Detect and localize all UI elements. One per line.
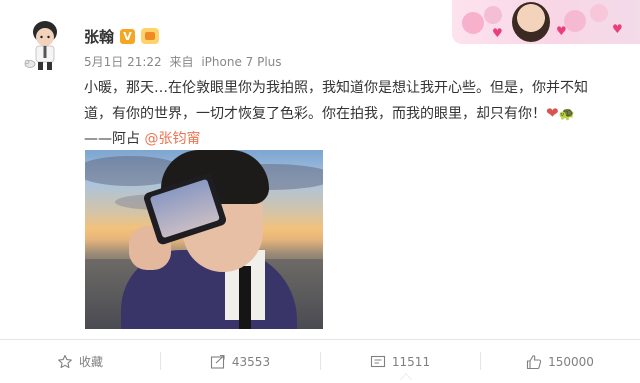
thumbs-up-icon — [527, 354, 542, 369]
mention-link[interactable]: @张钧甯 — [144, 131, 200, 147]
post-date[interactable]: 5月1日 21:22 — [84, 55, 162, 69]
member-icon[interactable] — [141, 28, 160, 44]
post-text-line: ——阿占 @张钧甯 — [84, 127, 624, 152]
post-text-line: 道，有你的世界，一切才恢复了色彩。你在拍我，而我的眼里，却只有你！❤🐢 — [84, 101, 624, 127]
heart-icon: ♥ — [556, 24, 567, 38]
heart-icon: ♥ — [492, 26, 503, 40]
signature-text: ——阿占 — [84, 131, 145, 147]
avatar-cartoon-icon — [24, 21, 57, 70]
heart-emoji-icon: ❤ — [546, 104, 559, 122]
banner-portrait — [512, 2, 550, 42]
comment-count: 11511 — [391, 354, 431, 369]
banner-bubble-icon — [590, 4, 608, 22]
heart-icon: ♥ — [612, 22, 623, 36]
source-prefix: 来自 — [169, 55, 194, 69]
post-text: 小暖，那天…在伦敦眼里你为我拍照，我知道你是想让我开心些。但是，你并不知 道，有… — [84, 76, 624, 152]
post-meta: 5月1日 21:22 来自 iPhone 7 Plus — [84, 53, 282, 70]
like-button[interactable]: 150000 — [480, 340, 640, 383]
star-icon — [58, 354, 72, 368]
post-image[interactable] — [85, 150, 323, 329]
repost-button[interactable]: 43553 — [160, 340, 320, 383]
repost-icon — [210, 354, 225, 369]
favorite-button[interactable]: 收藏 — [0, 340, 160, 383]
post-text-segment: 道，有你的世界，一切才恢复了色彩。你在拍我，而我的眼里，却只有你！ — [84, 106, 546, 122]
banner-bubble-icon — [564, 10, 586, 32]
comment-icon — [370, 355, 385, 367]
action-bar: 收藏 43553 11511 150000 — [0, 340, 640, 383]
author-row: 张翰 V — [84, 26, 160, 47]
comment-caret-icon — [400, 373, 412, 380]
banner-bubble-icon — [484, 6, 502, 24]
member-banner: ♥ ♥ ♥ — [452, 0, 640, 44]
author-name[interactable]: 张翰 — [84, 26, 114, 47]
favorite-label: 收藏 — [78, 355, 103, 369]
post-text-line: 小暖，那天…在伦敦眼里你为我拍照，我知道你是想让我开心些。但是，你并不知 — [84, 80, 588, 96]
like-count: 150000 — [548, 354, 594, 369]
source-device[interactable]: iPhone 7 Plus — [201, 55, 281, 69]
repost-count: 43553 — [231, 354, 271, 369]
avatar[interactable] — [22, 18, 68, 74]
banner-bubble-icon — [462, 12, 484, 34]
turtle-emoji-icon: 🐢 — [558, 107, 575, 122]
verified-badge-icon: V — [120, 28, 136, 44]
